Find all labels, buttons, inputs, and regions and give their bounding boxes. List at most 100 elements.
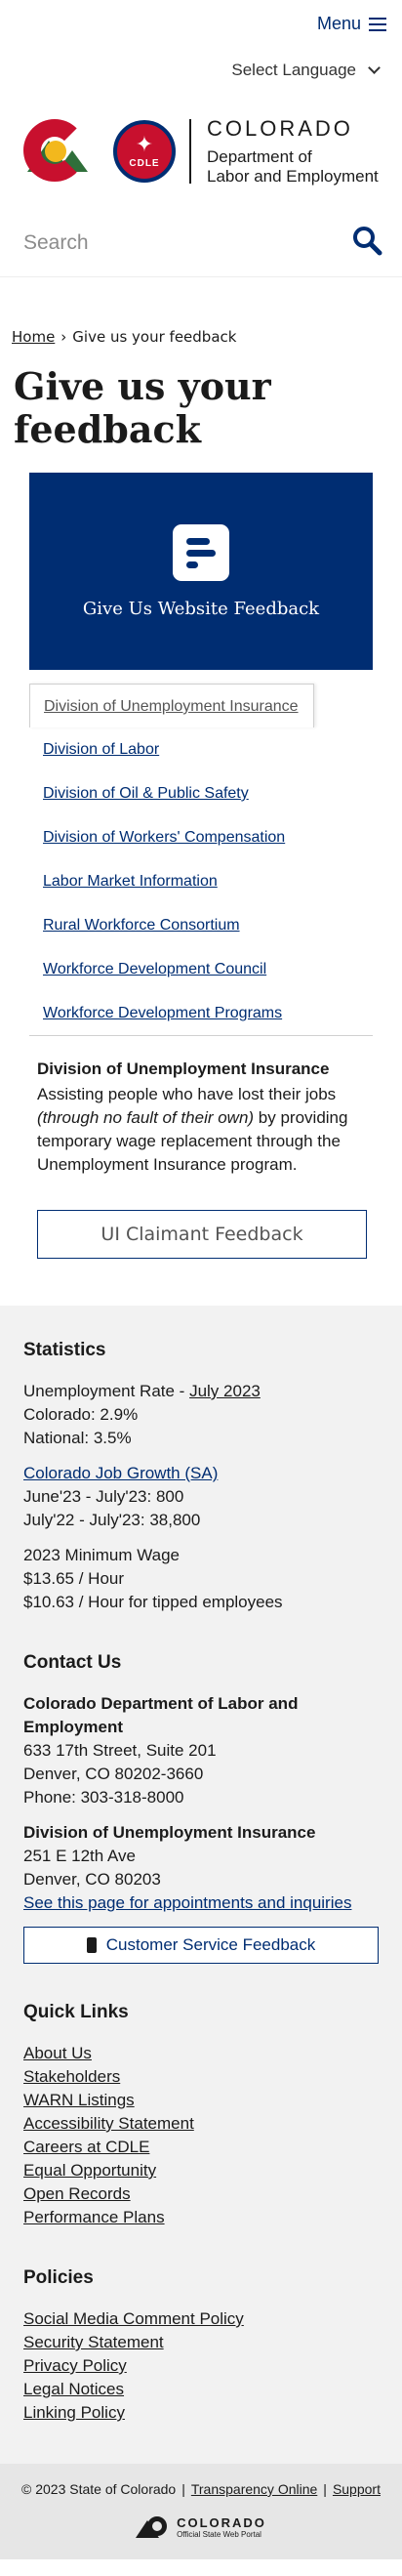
copyright: © 2023 State of Colorado bbox=[21, 2481, 177, 2497]
appointments-link[interactable]: See this page for appointments and inqui… bbox=[23, 1893, 351, 1912]
wage-title: 2023 Minimum Wage bbox=[23, 1546, 180, 1564]
colorado-portal-icon bbox=[136, 2514, 171, 2540]
statistics-section: Statistics Unemployment Rate - July 2023… bbox=[23, 1339, 379, 1614]
breadcrumb-separator: › bbox=[60, 328, 67, 346]
policy-privacy[interactable]: Privacy Policy bbox=[23, 2354, 379, 2378]
tab-rural-workforce-consortium[interactable]: Rural Workforce Consortium bbox=[29, 903, 373, 947]
chevron-down-icon bbox=[368, 62, 381, 74]
language-bar: Select Language bbox=[0, 49, 402, 92]
tab-unemployment-insurance[interactable]: Division of Unemployment Insurance bbox=[29, 684, 314, 727]
language-label: Select Language bbox=[231, 61, 356, 79]
tab-workforce-development-council[interactable]: Workforce Development Council bbox=[29, 947, 373, 991]
separator: | bbox=[181, 2481, 185, 2497]
separator: | bbox=[323, 2481, 327, 2497]
ui-city: Denver, CO 80203 bbox=[23, 1870, 161, 1889]
search-bar bbox=[0, 211, 402, 277]
cdle-city: Denver, CO 80202-3660 bbox=[23, 1765, 204, 1783]
unemployment-date-link[interactable]: July 2023 bbox=[189, 1382, 261, 1400]
tab-panel: Division of Unemployment Insurance Assis… bbox=[37, 1059, 373, 1177]
policies-title: Policies bbox=[23, 2267, 94, 2288]
breadcrumb-current: Give us your feedback bbox=[72, 328, 237, 346]
statistics-title: Statistics bbox=[23, 1340, 106, 1360]
portal-text: COLORADO Official State Web Portal bbox=[177, 2515, 266, 2539]
logo-divider bbox=[189, 119, 191, 184]
wage-tipped: $10.63 / Hour for tipped employees bbox=[23, 1593, 283, 1611]
logo-dept-line2: Labor and Employment bbox=[207, 167, 379, 186]
tab-labor-market-information[interactable]: Labor Market Information bbox=[29, 859, 373, 903]
cdle-badge-text: CDLE bbox=[129, 157, 160, 169]
website-feedback-label: Give Us Website Feedback bbox=[82, 598, 320, 619]
job-growth-link[interactable]: Colorado Job Growth (SA) bbox=[23, 1464, 218, 1482]
job-growth-stats: Colorado Job Growth (SA) June'23 - July'… bbox=[23, 1462, 379, 1532]
breadcrumb-home-link[interactable]: Home bbox=[12, 328, 55, 346]
cdle-flame-icon: ✦ bbox=[135, 132, 154, 157]
logo-text: COLORADO Department of Labor and Employm… bbox=[207, 116, 379, 187]
unemployment-stats: Unemployment Rate - July 2023 Colorado: … bbox=[23, 1380, 379, 1450]
language-select[interactable]: Select Language bbox=[231, 61, 381, 80]
contact-title: Contact Us bbox=[23, 1652, 122, 1673]
contact-section: Contact Us Colorado Department of Labor … bbox=[23, 1651, 379, 1964]
quick-links-title: Quick Links bbox=[23, 2002, 129, 2022]
bottom-bar: © 2023 State of Colorado | Transparency … bbox=[0, 2464, 402, 2559]
customer-service-feedback-button[interactable]: Customer Service Feedback bbox=[23, 1927, 379, 1964]
quick-link-warn-listings[interactable]: WARN Listings bbox=[23, 2089, 379, 2112]
ui-street: 251 E 12th Ave bbox=[23, 1847, 137, 1865]
portal-line2: Official State Web Portal bbox=[177, 2530, 261, 2539]
site-logo[interactable]: ✦ CDLE COLORADO Department of Labor and … bbox=[0, 92, 402, 211]
tab-division-of-labor[interactable]: Division of Labor bbox=[29, 727, 373, 771]
quick-link-accessibility[interactable]: Accessibility Statement bbox=[23, 2112, 379, 2136]
cdle-org-name: Colorado Department of Labor and Employm… bbox=[23, 1694, 299, 1736]
wage-standard: $13.65 / Hour bbox=[23, 1569, 125, 1588]
support-link[interactable]: Support bbox=[333, 2481, 381, 2497]
colorado-rate: Colorado: 2.9% bbox=[23, 1405, 139, 1424]
footer: Statistics Unemployment Rate - July 2023… bbox=[0, 1306, 402, 2464]
ui-claimant-feedback-button[interactable]: UI Claimant Feedback bbox=[37, 1210, 367, 1259]
ui-address: Division of Unemployment Insurance 251 E… bbox=[23, 1821, 379, 1915]
growth-month: June'23 - July'23: 800 bbox=[23, 1487, 184, 1506]
quick-link-careers[interactable]: Careers at CDLE bbox=[23, 2136, 379, 2159]
cs-button-label: Customer Service Feedback bbox=[105, 1935, 316, 1954]
portal-line1: COLORADO bbox=[177, 2515, 266, 2530]
policy-security[interactable]: Security Statement bbox=[23, 2331, 379, 2354]
national-rate: National: 3.5% bbox=[23, 1429, 132, 1447]
quick-link-equal-opportunity[interactable]: Equal Opportunity bbox=[23, 2159, 379, 2182]
top-bar: Menu bbox=[0, 0, 402, 49]
quick-link-performance-plans[interactable]: Performance Plans bbox=[23, 2206, 379, 2229]
policy-social-media[interactable]: Social Media Comment Policy bbox=[23, 2307, 379, 2331]
transparency-online-link[interactable]: Transparency Online bbox=[191, 2481, 317, 2497]
state-portal-logo[interactable]: COLORADO Official State Web Portal bbox=[12, 2514, 390, 2550]
menu-button[interactable]: Menu bbox=[317, 14, 386, 34]
policies-section: Policies Social Media Comment Policy Sec… bbox=[23, 2266, 379, 2425]
bottom-links: © 2023 State of Colorado | Transparency … bbox=[12, 2481, 390, 2497]
search-input[interactable] bbox=[23, 225, 316, 262]
panel-description: Assisting people who have lost their job… bbox=[37, 1085, 348, 1174]
search-button[interactable] bbox=[351, 225, 386, 260]
quick-link-open-records[interactable]: Open Records bbox=[23, 2182, 379, 2206]
tab-oil-public-safety[interactable]: Division of Oil & Public Safety bbox=[29, 771, 373, 815]
policy-legal-notices[interactable]: Legal Notices bbox=[23, 2378, 379, 2401]
cdle-phone: Phone: 303-318-8000 bbox=[23, 1788, 184, 1807]
page-title: Give us your feedback bbox=[14, 364, 271, 451]
panel-heading: Division of Unemployment Insurance bbox=[37, 1059, 330, 1078]
hamburger-icon bbox=[369, 17, 386, 31]
quick-link-stakeholders[interactable]: Stakeholders bbox=[23, 2065, 379, 2089]
search-icon bbox=[353, 227, 382, 256]
logo-dept-line1: Department of bbox=[207, 147, 312, 166]
tab-workers-compensation[interactable]: Division of Workers' Compensation bbox=[29, 815, 373, 859]
growth-year: July'22 - July'23: 38,800 bbox=[23, 1511, 201, 1529]
tab-workforce-development-programs[interactable]: Workforce Development Programs bbox=[29, 991, 373, 1035]
policy-linking[interactable]: Linking Policy bbox=[23, 2401, 379, 2425]
mobile-phone-icon bbox=[86, 1937, 97, 1953]
ui-org-name: Division of Unemployment Insurance bbox=[23, 1823, 316, 1842]
cdle-seal-icon: ✦ CDLE bbox=[113, 120, 176, 183]
feedback-form-icon bbox=[173, 523, 229, 581]
cdle-street: 633 17th Street, Suite 201 bbox=[23, 1741, 217, 1760]
division-tabs: Division of Unemployment Insurance Divis… bbox=[29, 684, 373, 1036]
cdle-address: Colorado Department of Labor and Employm… bbox=[23, 1692, 379, 1809]
quick-link-about-us[interactable]: About Us bbox=[23, 2042, 379, 2065]
logo-state: COLORADO bbox=[207, 116, 353, 141]
quick-links-section: Quick Links About Us Stakeholders WARN L… bbox=[23, 2001, 379, 2229]
breadcrumb: Home › Give us your feedback bbox=[12, 328, 390, 346]
colorado-c-logo-icon bbox=[23, 115, 105, 187]
website-feedback-card[interactable]: Give Us Website Feedback bbox=[29, 473, 373, 670]
